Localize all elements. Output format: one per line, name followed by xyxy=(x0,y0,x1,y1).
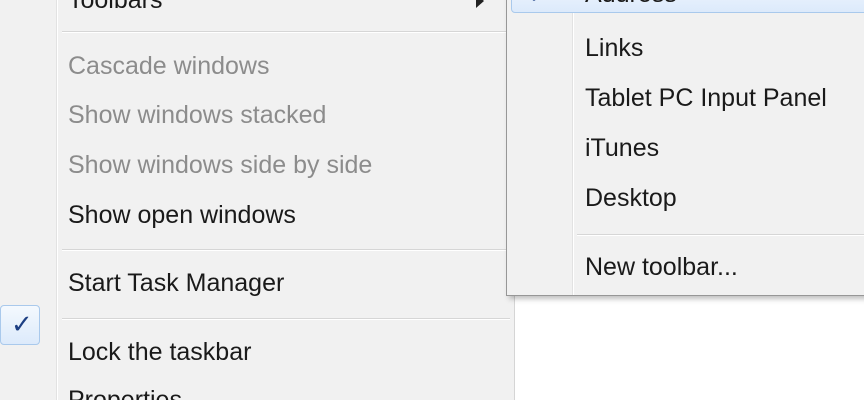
lock-taskbar-check-highlight: ✓ xyxy=(0,305,40,345)
submenu-separator xyxy=(577,234,864,236)
menu-item-show-windows-stacked[interactable]: Show windows stacked xyxy=(68,99,326,131)
submenu-item-links[interactable]: Links xyxy=(585,32,643,64)
submenu-gutter-divider-highlight xyxy=(573,0,574,295)
menu-item-lock-the-taskbar[interactable]: Lock the taskbar xyxy=(68,336,251,368)
checkmark-icon: ✓ xyxy=(11,310,33,340)
taskbar-context-menu: Toolbars Cascade windows Show windows st… xyxy=(0,0,515,400)
submenu-item-new-toolbar[interactable]: New toolbar... xyxy=(585,251,738,283)
checkmark-icon: ✓ xyxy=(528,0,548,12)
toolbars-submenu: ✓ Address Links Tablet PC Input Panel iT… xyxy=(506,0,864,296)
menu-item-toolbars[interactable]: Toolbars xyxy=(68,0,163,16)
menu-item-start-task-manager[interactable]: Start Task Manager xyxy=(68,267,284,299)
address-item-highlight: ✓ xyxy=(511,0,864,13)
submenu-arrow-icon xyxy=(476,0,484,8)
menu-item-cascade-windows[interactable]: Cascade windows xyxy=(68,50,270,82)
menu-item-show-open-windows[interactable]: Show open windows xyxy=(68,199,296,231)
screen: Toolbars Cascade windows Show windows st… xyxy=(0,0,864,400)
submenu-item-itunes[interactable]: iTunes xyxy=(585,132,659,164)
menu-item-show-windows-side-by-side[interactable]: Show windows side by side xyxy=(68,149,372,181)
menu-separator xyxy=(62,318,510,320)
submenu-item-desktop[interactable]: Desktop xyxy=(585,182,677,214)
menu-gutter-divider-highlight xyxy=(57,0,58,400)
menu-item-properties[interactable]: Properties xyxy=(68,384,182,400)
submenu-item-address[interactable]: Address xyxy=(585,0,677,10)
menu-separator xyxy=(62,31,510,33)
menu-separator xyxy=(62,249,510,251)
submenu-item-tablet-pc-input-panel[interactable]: Tablet PC Input Panel xyxy=(585,82,827,114)
